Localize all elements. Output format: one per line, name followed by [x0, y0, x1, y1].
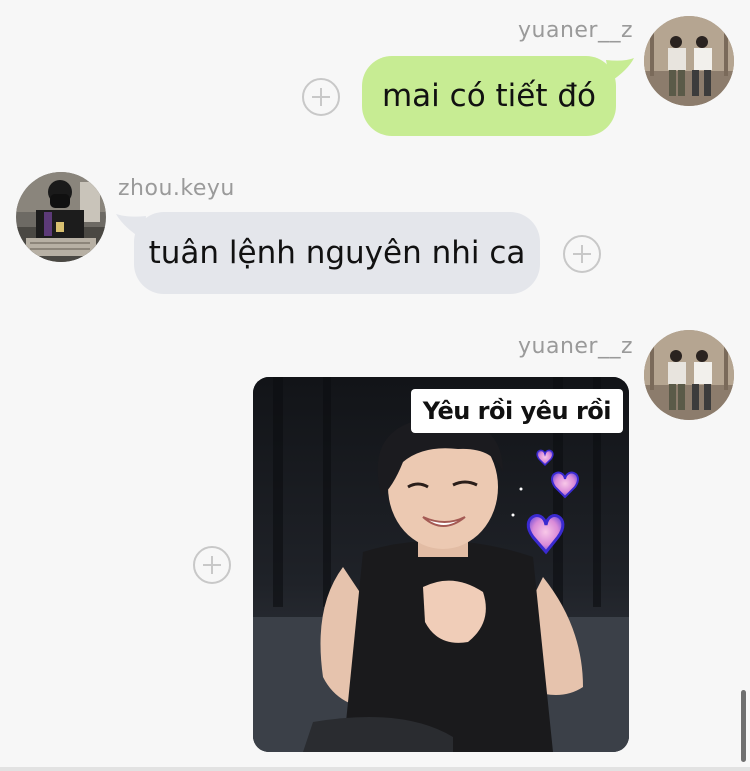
sender-name: zhou.keyu	[118, 176, 235, 201]
bubble-tail	[606, 58, 634, 82]
avatar-yuaner[interactable]	[644, 16, 734, 106]
plus-circle-icon[interactable]	[563, 235, 601, 273]
message-text: mai có tiết đó	[381, 78, 597, 114]
sticker-image[interactable]: Yêu rồi yêu rồi	[253, 377, 629, 752]
avatar-zhou[interactable]	[16, 172, 106, 262]
plus-circle-icon[interactable]	[302, 78, 340, 116]
divider	[0, 767, 750, 771]
avatar-yuaner[interactable]	[644, 330, 734, 420]
message-bubble-received[interactable]: tuân lệnh nguyên nhi ca	[134, 212, 540, 294]
scrollbar[interactable]	[741, 690, 746, 762]
sticker-illustration	[253, 377, 629, 752]
sender-name: yuaner__z	[518, 334, 634, 359]
message-bubble-sent[interactable]: mai có tiết đó	[362, 56, 616, 136]
plus-circle-icon[interactable]	[193, 546, 231, 584]
message-text: tuân lệnh nguyên nhi ca	[148, 235, 526, 271]
sticker-caption: Yêu rồi yêu rồi	[410, 389, 623, 433]
chat-screen: yuaner__z mai có tiết đó zhou.keyu tuân …	[0, 0, 750, 771]
sender-name: yuaner__z	[518, 18, 634, 43]
